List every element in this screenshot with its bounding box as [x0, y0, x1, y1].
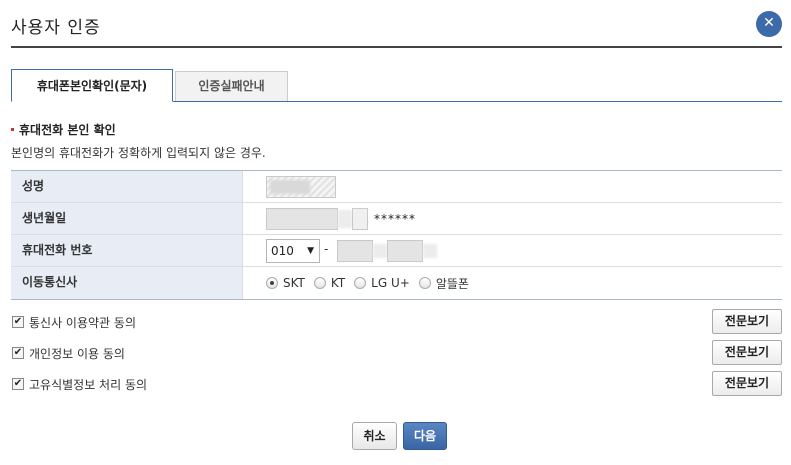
agreement-row-carrier-terms: ✔ 통신사 이용약관 동의 전문보기: [11, 309, 782, 335]
birth-gender-input[interactable]: [352, 208, 368, 230]
phone-separator: -: [324, 242, 329, 256]
tab-failure-guide[interactable]: 인증실패안내: [175, 71, 288, 101]
radio-skt[interactable]: [266, 277, 278, 289]
carrier-option-mvno[interactable]: 알뜰폰: [418, 275, 469, 292]
name-value: [254, 171, 782, 202]
carrier-option-label: KT: [330, 276, 346, 290]
form-row-carrier: 이동통신사 SKT KT LG U+ 알뜰폰: [11, 267, 782, 299]
section-description: 본인명의 휴대전화가 정확하게 입력되지 않은 경우.: [11, 146, 266, 160]
carrier-option-lgu[interactable]: LG U+: [354, 276, 410, 290]
phone-redaction: [373, 244, 387, 258]
phone-middle-input[interactable]: [337, 240, 373, 262]
phone-prefix-value: 010: [271, 244, 294, 258]
name-redaction: [270, 180, 310, 194]
dialog-header: 사용자 인증 ✕: [11, 0, 782, 48]
form-row-birth: 생년월일 ******: [11, 203, 782, 235]
carrier-option-label: 알뜰폰: [435, 276, 469, 291]
phone-value: 010 ▼ -: [254, 235, 782, 266]
carrier-option-skt[interactable]: SKT: [266, 276, 305, 290]
agreement-label: 통신사 이용약관 동의: [29, 316, 136, 330]
carrier-label: 이동통신사: [11, 267, 243, 299]
carrier-value: SKT KT LG U+ 알뜰폰: [254, 267, 782, 299]
phone-last-input[interactable]: [387, 240, 423, 262]
carrier-option-label: LG U+: [371, 276, 410, 290]
view-full-text-button[interactable]: 전문보기: [712, 340, 782, 365]
check-icon[interactable]: ✔: [12, 347, 24, 359]
form-row-name: 성명: [11, 171, 782, 203]
phone-prefix-select[interactable]: 010 ▼: [266, 239, 320, 263]
carrier-option-label: SKT: [283, 276, 305, 290]
bullet-icon: [11, 128, 14, 131]
view-full-text-button[interactable]: 전문보기: [712, 309, 782, 334]
view-full-text-button[interactable]: 전문보기: [712, 371, 782, 396]
birth-label: 생년월일: [11, 203, 243, 234]
check-icon[interactable]: ✔: [12, 316, 24, 328]
agreement-row-privacy: ✔ 개인정보 이용 동의 전문보기: [11, 340, 782, 366]
birth-date-input[interactable]: [266, 208, 338, 230]
chevron-down-icon: ▼: [307, 246, 314, 256]
phone-label: 휴대전화 번호: [11, 235, 243, 266]
section-title: 휴대전화 본인 확인: [11, 121, 116, 138]
agreement-label: 고유식별정보 처리 동의: [29, 378, 148, 392]
next-button[interactable]: 다음: [403, 422, 447, 450]
agreement-label: 개인정보 이용 동의: [29, 347, 125, 361]
birth-value: ******: [254, 203, 782, 234]
radio-mvno[interactable]: [418, 277, 431, 289]
birth-redaction: [338, 210, 352, 228]
tab-phone-verification[interactable]: 휴대폰본인확인(문자): [11, 69, 173, 102]
tab-bar: 휴대폰본인확인(문자) 인증실패안내: [11, 69, 782, 102]
close-icon[interactable]: ✕: [756, 11, 782, 37]
carrier-option-kt[interactable]: KT: [313, 276, 346, 290]
radio-kt[interactable]: [313, 277, 326, 289]
name-label: 성명: [11, 171, 243, 202]
cancel-button[interactable]: 취소: [352, 422, 397, 450]
radio-lgu[interactable]: [354, 277, 367, 289]
agreement-row-unique-id: ✔ 고유식별정보 처리 동의 전문보기: [11, 371, 782, 397]
verification-form: 성명 생년월일 ****** 휴대전화 번호 010 ▼ - 이동통신사 SKT…: [11, 170, 782, 300]
check-icon[interactable]: ✔: [12, 378, 24, 390]
dialog-title: 사용자 인증: [11, 18, 101, 38]
form-row-phone: 휴대전화 번호 010 ▼ -: [11, 235, 782, 267]
phone-last-redaction: [423, 244, 437, 258]
carrier-radio-group: SKT KT LG U+ 알뜰폰: [266, 267, 478, 299]
birth-masked-digits: ******: [374, 212, 416, 226]
